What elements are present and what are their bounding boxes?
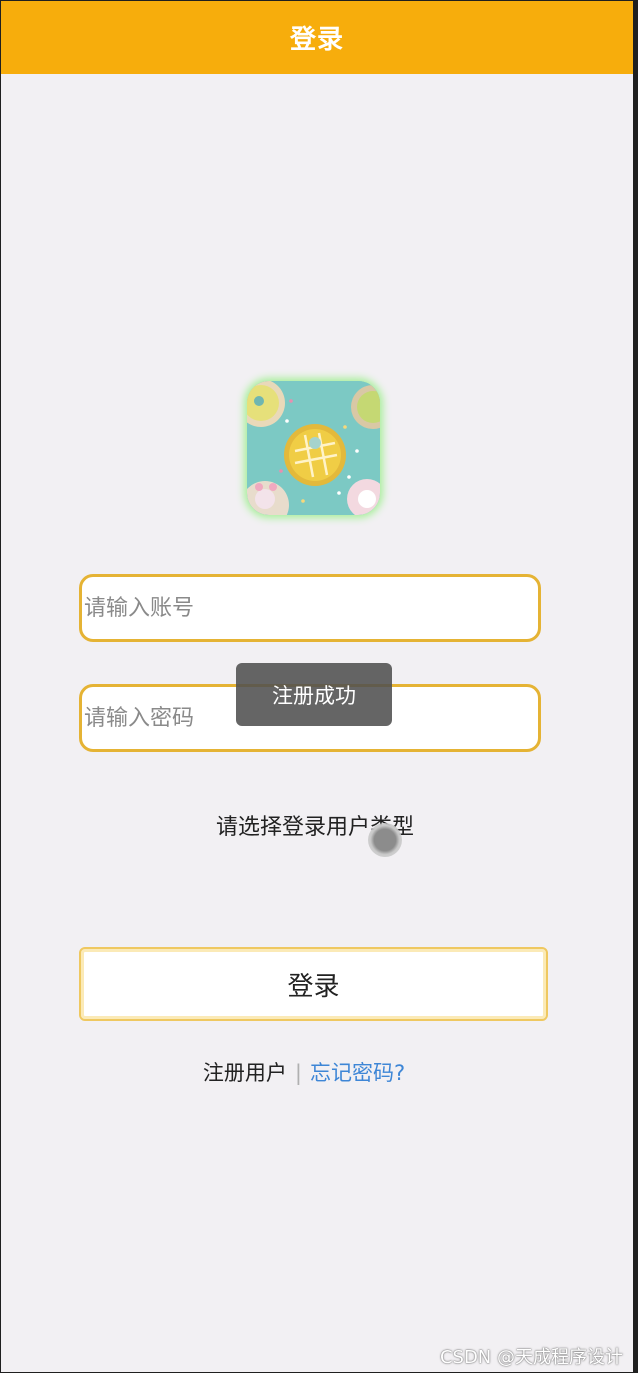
- login-button[interactable]: 登录: [79, 947, 548, 1021]
- toast-message: 注册成功: [236, 663, 392, 726]
- header-bar: 登录: [1, 1, 633, 74]
- user-type-picker[interactable]: 请选择登录用户类型: [1, 809, 629, 841]
- login-screen: 登录 请输入账号 注册成功 请选择登录用户类型 登录 注册用户 | 忘记密码? …: [1, 1, 633, 1372]
- touch-cursor-indicator: [368, 823, 402, 857]
- page-title: 登录: [289, 25, 344, 55]
- watermark-text: CSDN @天成程序设计: [439, 1347, 623, 1368]
- forgot-password-link[interactable]: 忘记密码?: [310, 1061, 405, 1085]
- account-input[interactable]: [79, 574, 541, 642]
- register-link[interactable]: 注册用户: [203, 1061, 287, 1085]
- app-logo: [247, 381, 380, 515]
- auth-links: 注册用户 | 忘记密码?: [1, 1057, 607, 1087]
- link-divider: |: [294, 1061, 302, 1085]
- toast-text: 注册成功: [272, 683, 356, 708]
